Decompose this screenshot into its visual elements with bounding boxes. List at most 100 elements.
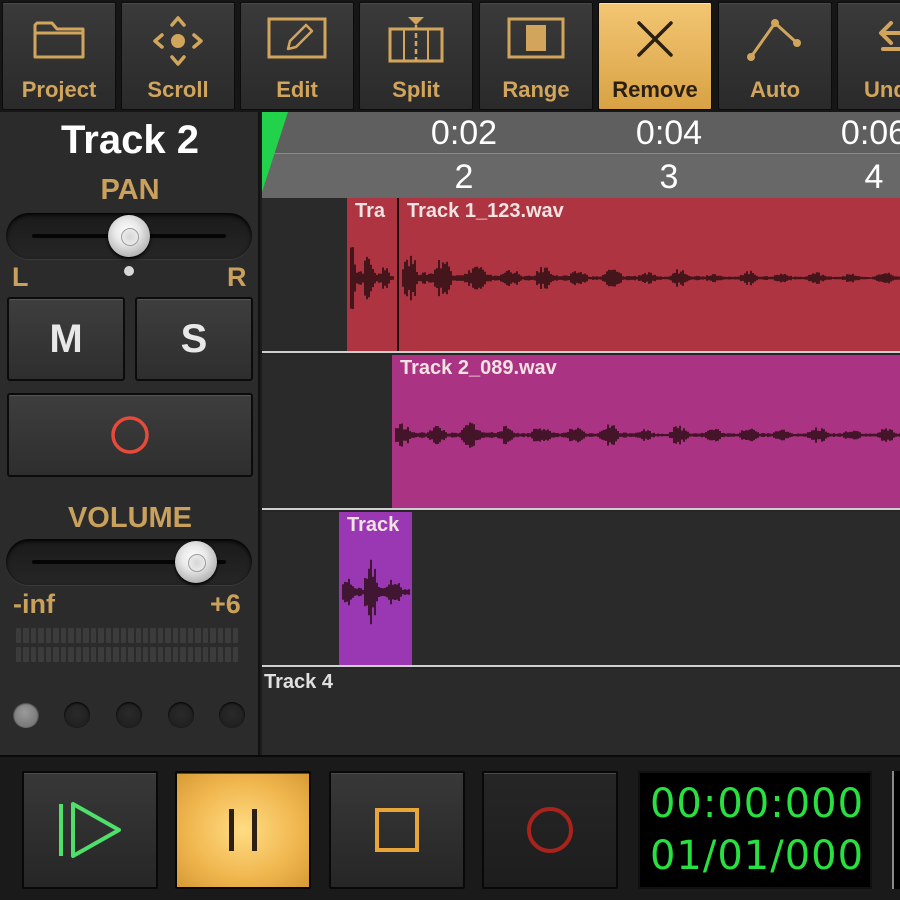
meter-segment bbox=[225, 628, 231, 643]
track-name: Track 2 bbox=[61, 118, 199, 162]
volume-slider-knob[interactable] bbox=[175, 541, 217, 583]
meter-segment bbox=[83, 628, 89, 643]
meter-segment bbox=[135, 628, 141, 643]
split-icon bbox=[388, 17, 444, 65]
audio-clip[interactable]: Tra bbox=[347, 198, 397, 351]
volume-max-label: +6 bbox=[210, 589, 241, 619]
project-label: Project bbox=[21, 77, 97, 102]
meter-segment bbox=[150, 647, 156, 662]
meter-segment bbox=[128, 628, 134, 643]
pan-right-label: R bbox=[227, 262, 247, 292]
audio-clip[interactable]: Track 1_123.wav bbox=[399, 198, 900, 351]
waveform-path bbox=[395, 422, 900, 448]
pan-slider[interactable] bbox=[6, 213, 252, 259]
time-display: 00:00:000 01/01/000 bbox=[638, 771, 872, 889]
waveform bbox=[402, 255, 900, 301]
timeline-area[interactable]: 0:02 0:04 0:06 2 3 4 Tra Track 1_123.wav… bbox=[262, 112, 900, 755]
meter-segment bbox=[165, 628, 171, 643]
edit-button[interactable]: Edit bbox=[240, 2, 354, 110]
ruler-time-label: 0:04 bbox=[635, 114, 703, 152]
level-meter-right bbox=[16, 647, 239, 662]
meter-segment bbox=[202, 647, 209, 662]
volume-label: VOLUME bbox=[67, 502, 193, 534]
stop-button[interactable] bbox=[329, 771, 465, 889]
meter-segment bbox=[75, 647, 82, 662]
auto-button[interactable]: Auto bbox=[718, 2, 832, 110]
audio-clip[interactable]: Track 2_089.wav bbox=[392, 355, 900, 508]
undo-icon bbox=[879, 21, 900, 51]
audio-clip[interactable]: Track bbox=[339, 512, 412, 665]
meter-segment bbox=[187, 647, 194, 662]
meter-segment bbox=[120, 628, 127, 643]
meter-segment bbox=[68, 628, 74, 643]
meter-segment bbox=[232, 628, 239, 643]
folder-icon bbox=[33, 21, 85, 59]
project-button[interactable]: Project bbox=[2, 2, 116, 110]
meter-segment bbox=[202, 628, 209, 643]
meter-segment bbox=[30, 647, 37, 662]
move-arrows-icon bbox=[153, 16, 203, 66]
scroll-label: Scroll bbox=[147, 77, 209, 102]
track-lane-4[interactable]: Track 4 bbox=[262, 669, 900, 755]
pan-slider-knob[interactable] bbox=[108, 215, 150, 257]
level-meter bbox=[16, 628, 239, 664]
meter-segment bbox=[98, 628, 104, 643]
record-circle-icon bbox=[111, 416, 149, 454]
record-button[interactable] bbox=[482, 771, 618, 889]
split-label: Split bbox=[392, 77, 440, 102]
track-lane-2[interactable]: Track 2_089.wav bbox=[262, 355, 900, 510]
status-led bbox=[219, 702, 245, 728]
remove-button[interactable]: Remove bbox=[598, 2, 712, 110]
meter-segment bbox=[113, 647, 119, 662]
meter-segment bbox=[60, 647, 67, 662]
record-arm-button[interactable] bbox=[7, 393, 253, 477]
track-lane-1[interactable]: Tra Track 1_123.wav bbox=[262, 198, 900, 353]
meter-segment bbox=[30, 628, 37, 643]
meter-segment bbox=[135, 647, 141, 662]
level-meter-left bbox=[16, 628, 239, 643]
undo-label: Und bbox=[864, 77, 900, 102]
mute-button[interactable]: M bbox=[7, 297, 125, 381]
play-icon bbox=[59, 802, 121, 858]
ruler-time-label: 0:02 bbox=[430, 114, 498, 152]
record-icon bbox=[527, 807, 573, 853]
time-ruler[interactable]: 0:02 0:04 0:06 2 3 4 bbox=[262, 112, 900, 198]
track-lane-label: Track 4 bbox=[264, 671, 333, 693]
meter-segment bbox=[157, 647, 164, 662]
automation-icon bbox=[747, 19, 801, 61]
waveform bbox=[342, 559, 410, 625]
scroll-button[interactable]: Scroll bbox=[121, 2, 235, 110]
undo-button[interactable]: Und bbox=[837, 2, 900, 110]
meter-segment bbox=[23, 628, 29, 643]
pause-button[interactable] bbox=[175, 771, 311, 889]
track-lane-3[interactable]: Track bbox=[262, 512, 900, 667]
toolbar: Project Scroll Edit Split Range Remove A… bbox=[0, 0, 900, 112]
meter-segment bbox=[16, 647, 22, 662]
meter-segment bbox=[172, 647, 179, 662]
waveform bbox=[395, 422, 900, 448]
meter-segment bbox=[83, 647, 89, 662]
meter-segment bbox=[60, 628, 67, 643]
playhead-marker-icon[interactable] bbox=[262, 112, 292, 198]
meter-segment bbox=[195, 647, 201, 662]
meter-segment bbox=[172, 628, 179, 643]
meter-segment bbox=[68, 647, 74, 662]
meter-segment bbox=[157, 628, 164, 643]
play-button[interactable] bbox=[22, 771, 158, 889]
waveform-path bbox=[350, 247, 394, 309]
ruler-bar-label: 3 bbox=[659, 158, 679, 196]
meter-segment bbox=[180, 647, 186, 662]
track-control-panel: Track 2 PAN L R M S VOLUME -inf +6 bbox=[0, 112, 260, 755]
meter-segment bbox=[105, 647, 112, 662]
ruler-time-label: 0:06 bbox=[840, 114, 900, 152]
volume-slider[interactable] bbox=[6, 539, 252, 585]
split-button[interactable]: Split bbox=[359, 2, 473, 110]
meter-segment bbox=[45, 628, 52, 643]
range-button[interactable]: Range bbox=[479, 2, 593, 110]
meter-segment bbox=[210, 628, 216, 643]
meter-segment bbox=[128, 647, 134, 662]
meter-segment bbox=[210, 647, 216, 662]
meter-segment bbox=[150, 628, 156, 643]
range-icon bbox=[507, 17, 565, 59]
solo-button[interactable]: S bbox=[135, 297, 253, 381]
